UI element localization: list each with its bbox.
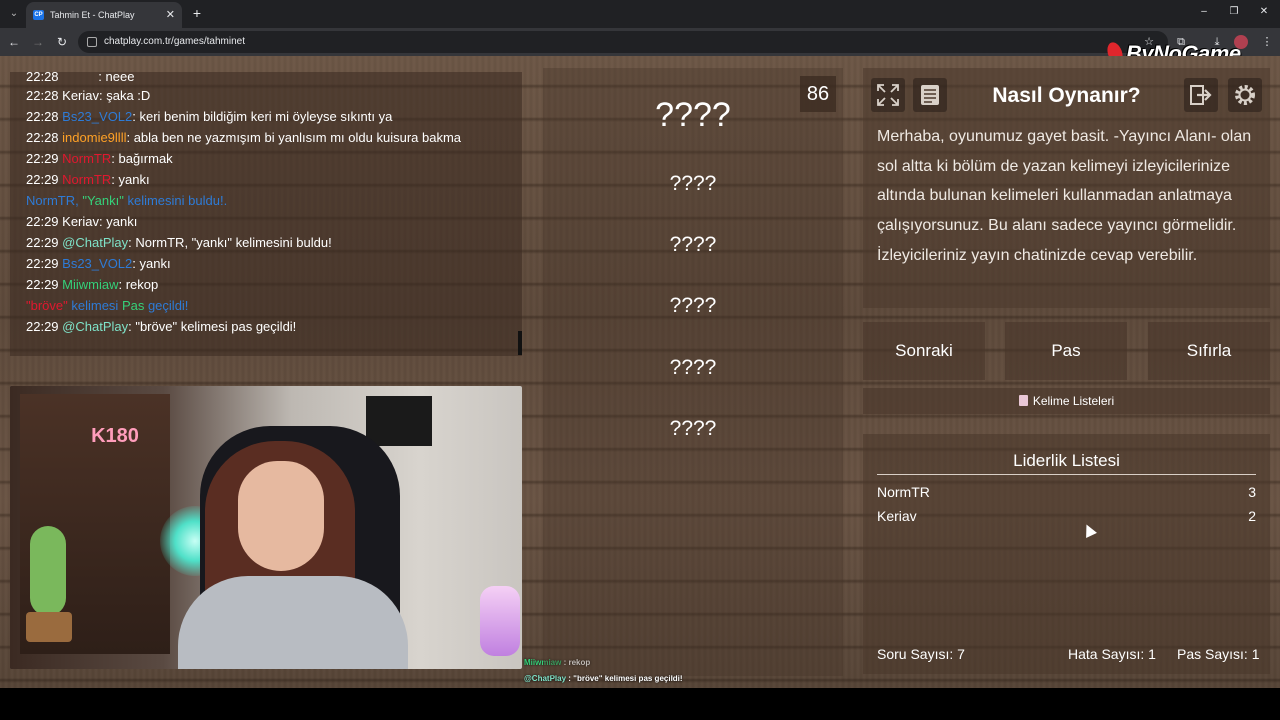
chat-username[interactable]: @ChatPlay <box>62 235 128 250</box>
chat-line: 22:29 NormTR: bağırmak <box>26 151 173 166</box>
browser-tab[interactable]: CP Tahmin Et - ChatPlay ✕ <box>26 2 182 28</box>
chat-line: 22:29 Keriav: yankı <box>26 214 137 229</box>
word-column: ???? ???? ???? ???? ???? ???? <box>543 68 843 676</box>
webcam-feed: K180 <box>10 386 522 669</box>
leaderboard-title: Liderlik Listesi <box>1013 451 1120 470</box>
url-field[interactable]: chatplay.com.tr/games/tahminet <box>78 31 1168 53</box>
chat-timestamp: 22:29 <box>26 235 63 250</box>
tab-close-icon[interactable]: ✕ <box>166 2 175 28</box>
reload-icon[interactable]: ↻ <box>54 34 70 50</box>
leaderboard-panel: Liderlik Listesi NormTR 3 Keriav 2 <box>863 434 1270 674</box>
current-word: ???? <box>655 96 731 134</box>
chat-line: 22:28 : neee <box>26 72 135 84</box>
game-page: 22:28 : neee 22:28 Keriav: şaka :D 22:28 … <box>0 56 1280 688</box>
chat-username[interactable]: Keriav <box>62 88 99 103</box>
word-lists-button[interactable]: Kelime Listeleri <box>863 388 1270 414</box>
chat-line: 22:28 indomie9llll: abla ben ne yazmışım… <box>26 130 461 145</box>
chat-line: NormTR, "Yankı" kelimesini buldu!. <box>26 193 228 208</box>
chat-line: "bröve" kelimesi Pas geçildi! <box>26 298 189 313</box>
chat-username[interactable]: Keriav <box>62 214 99 229</box>
divider <box>877 474 1256 475</box>
back-icon[interactable]: ← <box>6 34 22 50</box>
chat-message: : bağırmak <box>111 151 173 166</box>
chat-line: 22:29 @ChatPlay: "bröve" kelimesi pas ge… <box>26 319 296 334</box>
chat-message: : keri benim bildiğim keri mi öyleyse sı… <box>132 109 393 124</box>
chat-username[interactable]: Bs23_VOL2 <box>62 256 132 271</box>
chat-username[interactable]: NormTR <box>62 172 111 187</box>
countdown-timer: 86 <box>800 76 836 112</box>
reset-button[interactable]: Sıfırla <box>1148 322 1270 380</box>
forward-icon[interactable]: → <box>30 34 46 50</box>
chat-message: : yankı <box>132 256 171 271</box>
chat-message: : şaka :D <box>99 88 151 103</box>
forbidden-word: ???? <box>669 356 717 379</box>
pass-button[interactable]: Pas <box>1005 322 1127 380</box>
chat-username[interactable]: indomie9llll <box>62 130 126 145</box>
forbidden-word: ???? <box>669 294 717 317</box>
chat-line: 22:29 @ChatPlay: NormTR, "yankı" kelimes… <box>26 235 332 250</box>
chat-line: 22:28 Bs23_VOL2: keri benim bildiğim ker… <box>26 109 392 124</box>
chat-username[interactable]: @ChatPlay <box>62 319 128 334</box>
chat-timestamp: 22:28 <box>26 88 63 103</box>
exit-icon[interactable] <box>1184 78 1218 112</box>
chat-timestamp: 22:29 <box>26 277 63 292</box>
notebook-icon <box>1018 395 1028 406</box>
chat-line: 22:29 Miiwmiaw: rekop <box>26 277 158 292</box>
chat-message: : NormTR, "yankı" kelimesini buldu! <box>128 235 332 250</box>
question-count: Soru Sayısı: 7 <box>877 646 965 662</box>
chat-timestamp: 22:29 <box>26 256 63 271</box>
restore-icon[interactable]: ❐ <box>1226 6 1242 17</box>
chat-timestamp: 22:29 <box>26 214 63 229</box>
chat-timestamp: 22:28 <box>26 109 63 124</box>
browser-menu-icon[interactable]: ⋮ <box>1260 35 1274 49</box>
chat-line: 22:29 Bs23_VOL2: yankı <box>26 256 171 271</box>
minimize-icon[interactable]: – <box>1196 6 1212 17</box>
chat-timestamp: 22:29 <box>26 172 63 187</box>
gear-icon[interactable] <box>1228 78 1262 112</box>
url-text: chatplay.com.tr/games/tahminet <box>104 36 245 47</box>
chat-timestamp: 22:28 <box>26 130 63 145</box>
next-button[interactable]: Sonraki <box>863 322 985 380</box>
chat-message: : rekop <box>118 277 159 292</box>
how-to-play-text: Merhaba, oyunumuz gayet basit. -Yayıncı … <box>877 128 1252 264</box>
chat-username[interactable]: Miiwmiaw <box>62 277 118 292</box>
leaderboard-row: NormTR 3 <box>877 484 1256 500</box>
tab-bar: ⌄ CP Tahmin Et - ChatPlay ✕ + – ❐ ✕ <box>0 0 1280 28</box>
chat-message: : yankı <box>111 172 150 187</box>
chat-message: : yankı <box>99 214 138 229</box>
bottom-strip <box>0 688 1280 720</box>
error-count: Hata Sayısı: 1 <box>1068 646 1156 662</box>
chat-timestamp: 22:29 <box>26 151 63 166</box>
chat-message: : abla ben ne yazmışım bi yanlısım mı ol… <box>126 130 462 145</box>
how-to-play-panel: Nasıl Oynanır? Merhaba, oyunumuz gayet b… <box>863 68 1270 308</box>
tab-title: Tahmin Et - ChatPlay <box>50 10 135 20</box>
forbidden-word: ???? <box>669 417 717 440</box>
neon-sign: K180 <box>91 425 139 447</box>
new-tab-icon[interactable]: + <box>188 4 206 22</box>
chat-message: : "bröve" kelimesi pas geçildi! <box>128 319 297 334</box>
pass-count: Pas Sayısı: 1 <box>1177 646 1260 662</box>
tab-search-icon[interactable]: ⌄ <box>6 6 22 22</box>
favicon-icon: CP <box>33 10 44 20</box>
chat-username[interactable]: Bs23_VOL2 <box>62 109 132 124</box>
window-close-icon[interactable]: ✕ <box>1256 6 1272 17</box>
forbidden-word: ???? <box>669 172 717 195</box>
forbidden-word: ???? <box>669 233 717 256</box>
chat-panel: 22:28 : neee 22:28 Keriav: şaka :D 22:28 … <box>10 72 522 356</box>
chat-line: 22:29 NormTR: yankı <box>26 172 150 187</box>
chat-scrollbar[interactable] <box>518 331 522 355</box>
leaderboard-row: Keriav 2 <box>877 508 1256 524</box>
site-info-icon[interactable] <box>87 37 97 47</box>
chat-timestamp: 22:29 <box>26 319 63 334</box>
chat-line: 22:28 Keriav: şaka :D <box>26 88 150 103</box>
chat-username[interactable]: NormTR <box>62 151 111 166</box>
address-bar: ← → ↻ chatplay.com.tr/games/tahminet <box>0 28 1280 56</box>
